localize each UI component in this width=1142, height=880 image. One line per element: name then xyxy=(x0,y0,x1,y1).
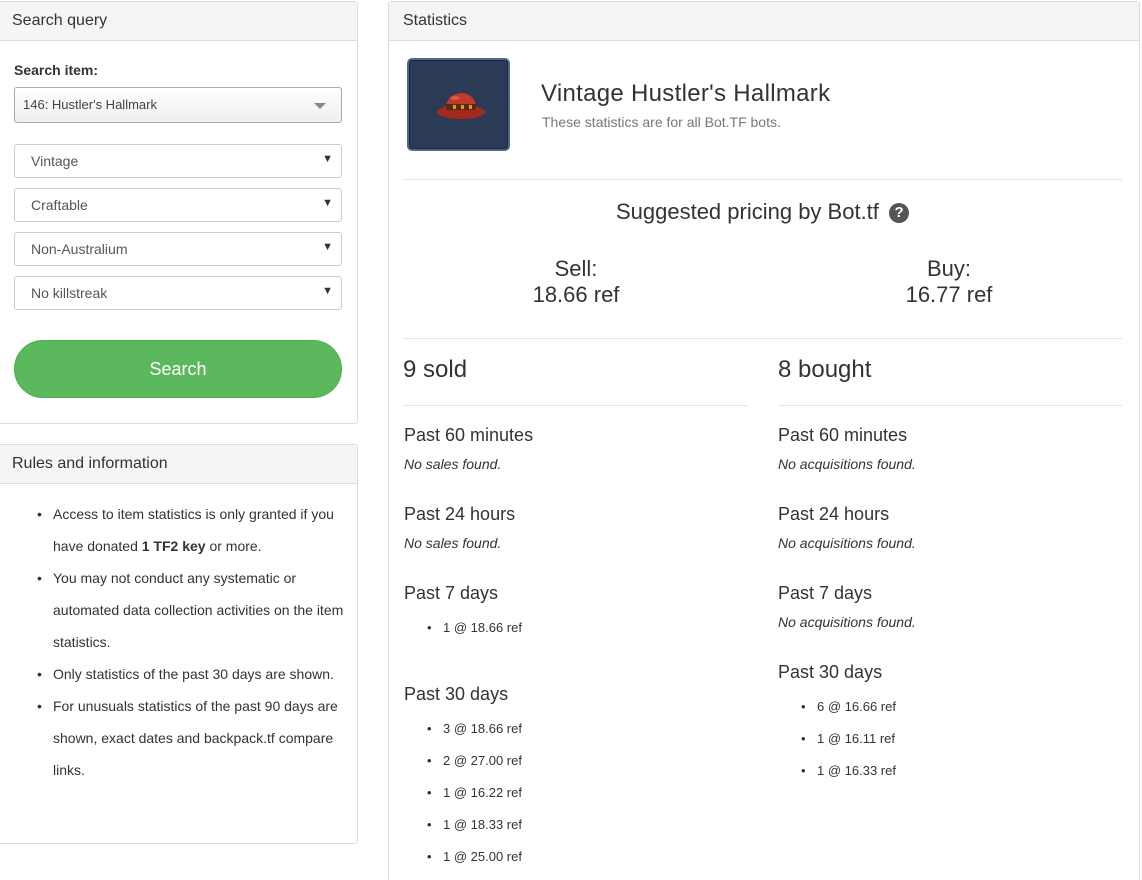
bought-no-results: No acquisitions found. xyxy=(778,614,916,630)
divider xyxy=(403,179,1122,180)
sold-period-7d: Past 7 days xyxy=(404,583,499,603)
sell-price: Sell: 18.66 ref xyxy=(406,256,746,308)
dropdown-arrow-icon: ▼ xyxy=(322,241,333,253)
sell-value: 18.66 ref xyxy=(532,282,620,307)
bought-count-title: 8 bought xyxy=(778,356,872,383)
divider xyxy=(778,405,1122,406)
bought-no-results: No acquisitions found. xyxy=(778,535,916,551)
sold-7d-list: 1 @ 18.66 ref xyxy=(427,612,522,644)
sold-period-60min: Past 60 minutes xyxy=(404,425,534,445)
item-title: Vintage Hustler's Hallmark xyxy=(541,80,831,107)
rule-item: Access to item statistics is only grante… xyxy=(14,498,344,562)
transaction-item: 1 @ 16.33 ref xyxy=(801,755,896,787)
rule-item: You may not conduct any systematic or au… xyxy=(14,562,344,658)
search-item-select[interactable]: 146: Hustler's Hallmark xyxy=(14,87,342,123)
transaction-item: 1 @ 16.11 ref xyxy=(801,723,896,755)
transaction-item: 6 @ 16.66 ref xyxy=(801,691,896,723)
australium-select[interactable]: Non-Australium ▼ xyxy=(14,232,342,266)
buy-price: Buy: 16.77 ref xyxy=(779,256,1119,308)
bought-period-30d: Past 30 days xyxy=(778,662,883,682)
suggested-pricing-text: Suggested pricing by Bot.tf xyxy=(615,199,879,224)
sold-no-results: No sales found. xyxy=(404,535,502,551)
killstreak-select[interactable]: No killstreak ▼ xyxy=(14,276,342,310)
sold-period-24h: Past 24 hours xyxy=(404,504,516,524)
craftable-select-value: Craftable xyxy=(31,197,88,213)
transaction-item: 1 @ 18.33 ref xyxy=(427,809,522,841)
search-item-label: Search item: xyxy=(14,62,99,78)
quality-select-value: Vintage xyxy=(31,153,79,169)
rules-list: Access to item statistics is only grante… xyxy=(14,498,344,786)
rule-item: Only statistics of the past 30 days are … xyxy=(14,658,344,690)
sold-30d-list: 3 @ 18.66 ref 2 @ 27.00 ref 1 @ 16.22 re… xyxy=(427,713,522,873)
transaction-item: 1 @ 18.66 ref xyxy=(427,612,522,644)
sold-no-results: No sales found. xyxy=(404,456,502,472)
dropdown-arrow-icon: ▼ xyxy=(322,153,333,165)
craftable-select[interactable]: Craftable ▼ xyxy=(14,188,342,222)
sold-period-30d: Past 30 days xyxy=(404,684,509,704)
quality-select[interactable]: Vintage ▼ xyxy=(14,144,342,178)
rule-bold-text: 1 TF2 key xyxy=(141,538,206,554)
buy-label: Buy: xyxy=(926,256,972,281)
hat-icon xyxy=(437,93,485,119)
sell-label: Sell: xyxy=(554,256,598,281)
help-icon[interactable]: ? xyxy=(889,203,910,223)
suggested-pricing-title: Suggested pricing by Bot.tf ? xyxy=(403,199,1122,225)
bought-no-results: No acquisitions found. xyxy=(778,456,916,472)
bought-period-60min: Past 60 minutes xyxy=(778,425,908,445)
item-image xyxy=(407,58,510,151)
transaction-item: 3 @ 18.66 ref xyxy=(427,713,522,745)
transaction-item: 2 @ 27.00 ref xyxy=(427,745,522,777)
search-button[interactable]: Search xyxy=(14,340,342,398)
rule-text: or more. xyxy=(205,538,262,554)
rule-item: For unusuals statistics of the past 90 d… xyxy=(14,690,344,786)
dropdown-arrow-icon: ▼ xyxy=(322,197,333,209)
search-item-value: 146: Hustler's Hallmark xyxy=(23,97,157,112)
divider xyxy=(403,405,748,406)
bought-period-7d: Past 7 days xyxy=(778,583,873,603)
sold-count-title: 9 sold xyxy=(403,356,468,383)
rules-heading: Rules and information xyxy=(0,445,357,484)
item-subtitle: These statistics are for all Bot.TF bots… xyxy=(542,114,781,130)
australium-select-value: Non-Australium xyxy=(31,241,128,257)
transaction-item: 1 @ 25.00 ref xyxy=(427,841,522,873)
bought-30d-list: 6 @ 16.66 ref 1 @ 16.11 ref 1 @ 16.33 re… xyxy=(801,691,896,787)
transaction-item: 1 @ 16.22 ref xyxy=(427,777,522,809)
chevron-down-icon xyxy=(314,103,326,109)
buy-value: 16.77 ref xyxy=(905,282,993,307)
statistics-heading: Statistics xyxy=(389,2,1139,41)
killstreak-select-value: No killstreak xyxy=(31,285,108,301)
divider xyxy=(403,338,1122,339)
search-query-heading: Search query xyxy=(0,2,357,41)
dropdown-arrow-icon: ▼ xyxy=(322,285,333,297)
bought-period-24h: Past 24 hours xyxy=(778,504,890,524)
